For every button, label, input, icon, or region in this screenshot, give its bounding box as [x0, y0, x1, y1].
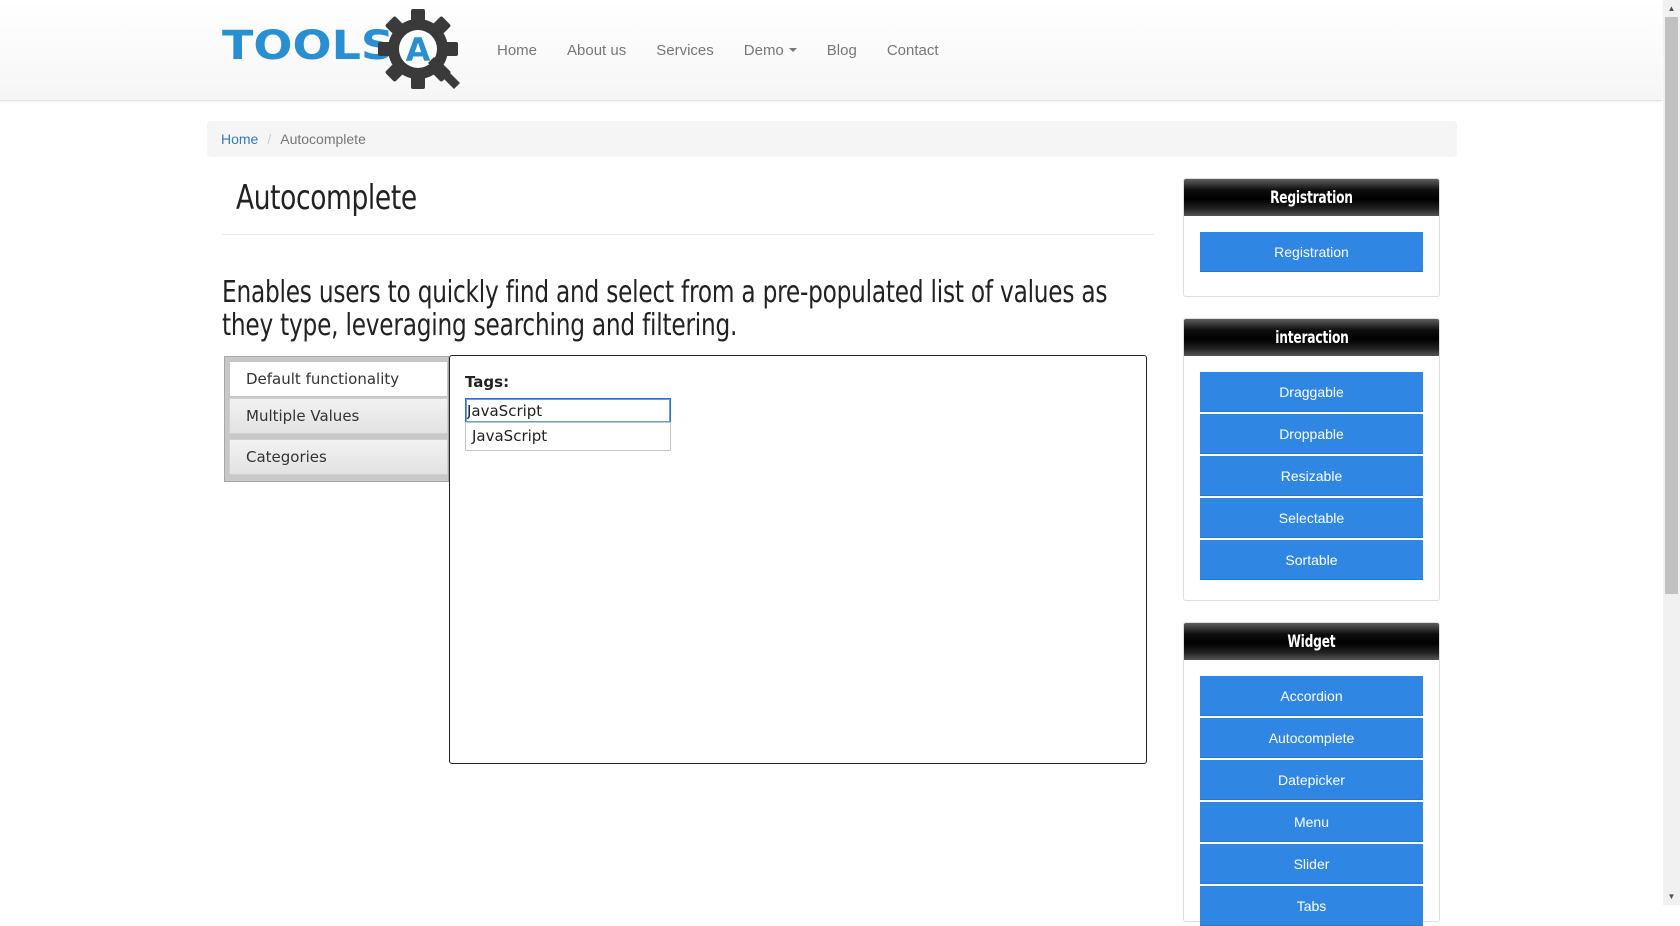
tags-input[interactable] — [465, 398, 671, 423]
page-title: Autocomplete — [236, 178, 417, 218]
tab-categories[interactable]: Categories — [229, 439, 448, 475]
breadcrumb-current: Autocomplete — [280, 131, 366, 147]
page-scrollbar[interactable]: ▲ ▼ — [1663, 0, 1680, 905]
nav-about-us[interactable]: About us — [552, 0, 641, 100]
breadcrumb: Home / Autocomplete — [207, 121, 1457, 157]
registration-button[interactable]: Registration — [1200, 232, 1423, 272]
breadcrumb-separator: / — [267, 131, 272, 147]
nav-services[interactable]: Services — [641, 0, 729, 100]
draggable-button[interactable]: Draggable — [1200, 372, 1423, 412]
suggestion-item[interactable]: JavaScript — [472, 427, 547, 445]
interaction-widget: interaction Draggable Droppable Resizabl… — [1183, 318, 1440, 601]
demo-tab-list: Default functionality Multiple Values Ca… — [224, 356, 449, 482]
page-description: Enables users to quickly find and select… — [222, 275, 1108, 343]
scrollbar-thumb[interactable] — [1665, 17, 1678, 594]
scroll-up-arrow-icon[interactable]: ▲ — [1663, 0, 1680, 17]
tags-label: Tags: — [465, 373, 510, 391]
scroll-down-arrow-icon[interactable]: ▼ — [1663, 888, 1680, 905]
datepicker-button[interactable]: Datepicker — [1200, 760, 1423, 800]
caret-down-icon — [788, 48, 797, 52]
resizable-button[interactable]: Resizable — [1200, 456, 1423, 496]
nav-demo-dropdown[interactable]: Demo — [729, 0, 812, 100]
nav-contact[interactable]: Contact — [872, 0, 954, 100]
gear-logo-icon: A — [378, 9, 460, 89]
tab-multiple-values[interactable]: Multiple Values — [229, 398, 448, 434]
menu-button[interactable]: Menu — [1200, 802, 1423, 842]
main-nav: Home About us Services Demo Blog Contact — [482, 0, 954, 100]
logo-mark-letter: A — [406, 31, 431, 69]
registration-widget: Registration Registration — [1183, 178, 1440, 297]
widget-widget-header: Widget — [1184, 623, 1439, 660]
interaction-widget-header: interaction — [1184, 319, 1439, 356]
autocomplete-button[interactable]: Autocomplete — [1200, 718, 1423, 758]
top-navbar: TOOLS A Home About us Services Demo Blog… — [0, 0, 1662, 101]
logo-text: TOOLS — [222, 23, 395, 69]
tabs-button[interactable]: Tabs — [1200, 886, 1423, 926]
breadcrumb-home-link[interactable]: Home — [221, 131, 258, 147]
droppable-button[interactable]: Droppable — [1200, 414, 1423, 454]
widget-widget: Widget Accordion Autocomplete Datepicker… — [1183, 622, 1440, 926]
registration-widget-header: Registration — [1184, 179, 1439, 216]
selectable-button[interactable]: Selectable — [1200, 498, 1423, 538]
nav-home[interactable]: Home — [482, 0, 552, 100]
autocomplete-suggestions: JavaScript — [465, 422, 671, 451]
sortable-button[interactable]: Sortable — [1200, 540, 1423, 580]
title-divider — [222, 234, 1154, 235]
accordion-button[interactable]: Accordion — [1200, 676, 1423, 716]
slider-button[interactable]: Slider — [1200, 844, 1423, 884]
toolsqa-logo[interactable]: TOOLS A — [222, 7, 470, 93]
tab-default-functionality[interactable]: Default functionality — [229, 361, 448, 397]
nav-blog[interactable]: Blog — [812, 0, 872, 100]
